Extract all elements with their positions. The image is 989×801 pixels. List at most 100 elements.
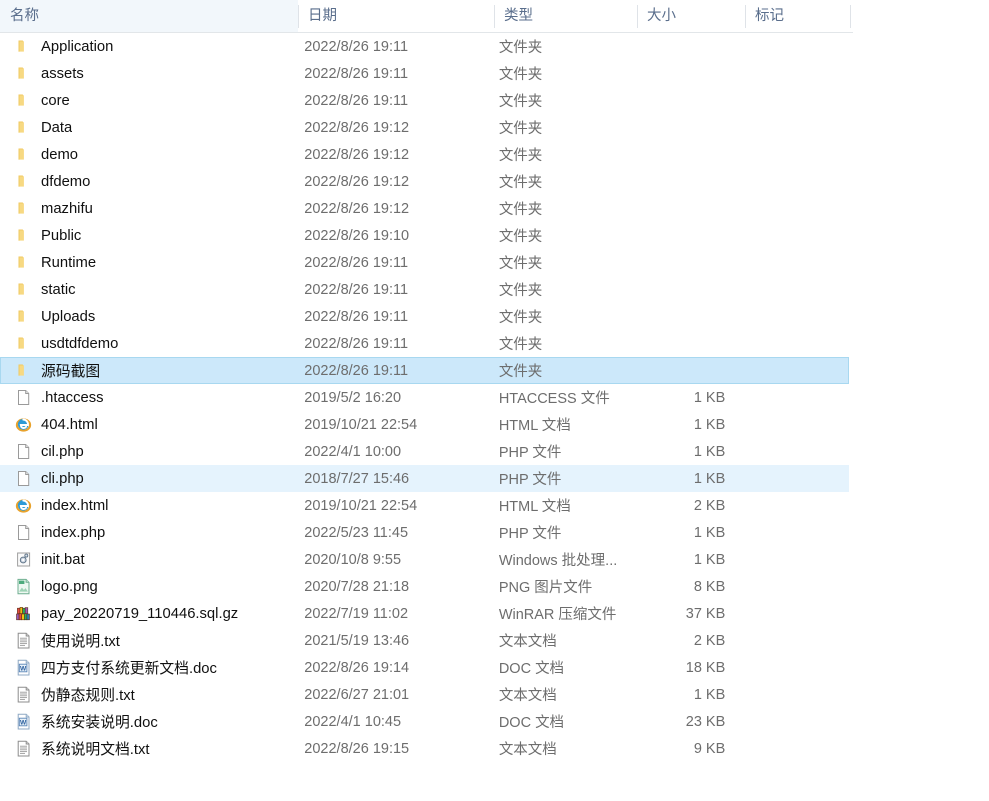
table-row[interactable]: core 2022/8/26 19:11 文件夹: [0, 87, 849, 114]
file-name-label: index.php: [41, 524, 106, 541]
cell-name[interactable]: index.html: [1, 497, 297, 515]
cell-date: 2022/7/19 11:02: [304, 605, 409, 622]
cell-name[interactable]: usdtdfdemo: [1, 335, 297, 353]
column-divider[interactable]: [850, 5, 851, 28]
cell-name[interactable]: 使用说明.txt: [1, 630, 297, 651]
cell-date: 2021/5/19 13:46: [304, 632, 410, 649]
table-row[interactable]: assets 2022/8/26 19:11 文件夹: [0, 60, 849, 87]
file-name-label: init.bat: [41, 551, 85, 568]
column-header-size[interactable]: 大小: [637, 0, 745, 32]
cell-date: 2022/8/26 19:11: [304, 335, 409, 352]
table-row[interactable]: static 2022/8/26 19:11 文件夹: [0, 276, 849, 303]
folder-icon: [15, 119, 32, 137]
table-row[interactable]: 404.html 2019/10/21 22:54 HTML 文档 1 KB: [0, 411, 849, 438]
cell-type: DOC 文档: [498, 661, 565, 677]
table-row[interactable]: .htaccess 2019/5/2 16:20 HTACCESS 文件 1 KB: [0, 384, 849, 411]
file-name-label: 使用说明.txt: [41, 634, 120, 650]
cell-name[interactable]: cil.php: [1, 443, 297, 461]
column-header-date[interactable]: 日期: [298, 0, 494, 32]
table-row[interactable]: Runtime 2022/8/26 19:11 文件夹: [0, 249, 849, 276]
column-header-type[interactable]: 类型: [494, 0, 637, 32]
table-row[interactable]: pay_20220719_110446.sql.gz 2022/7/19 11:0…: [0, 600, 849, 627]
cell-name[interactable]: cli.php: [1, 470, 297, 488]
cell-date: 2022/8/26 19:12: [304, 173, 410, 190]
cell-name[interactable]: W 系统安装说明.doc: [1, 711, 297, 732]
cell-name[interactable]: 系统说明文档.txt: [1, 738, 297, 759]
cell-size: 8 KB: [693, 578, 726, 595]
cell-date: 2022/8/26 19:15: [304, 740, 410, 757]
cell-name[interactable]: Data: [1, 119, 297, 137]
table-row[interactable]: W 系统安装说明.doc 2022/4/1 10:45 DOC 文档 23 KB: [0, 708, 849, 735]
cell-name[interactable]: 伪静态规则.txt: [1, 684, 297, 705]
cell-name[interactable]: mazhifu: [1, 200, 297, 218]
table-row[interactable]: logo.png 2020/7/28 21:18 PNG 图片文件 8 KB: [0, 573, 849, 600]
table-row[interactable]: index.php 2022/5/23 11:45 PHP 文件 1 KB: [0, 519, 849, 546]
table-row[interactable]: 系统说明文档.txt 2022/8/26 19:15 文本文档 9 KB: [0, 735, 849, 762]
table-row[interactable]: Public 2022/8/26 19:10 文件夹: [0, 222, 849, 249]
image-file-icon: [15, 578, 32, 596]
blank-document-icon: [15, 524, 32, 542]
cell-name[interactable]: W 四方支付系统更新文档.doc: [1, 657, 297, 678]
column-header-name[interactable]: 名称: [0, 0, 298, 32]
folder-icon: [15, 92, 32, 110]
cell-name[interactable]: dfdemo: [1, 173, 297, 191]
cell-type: 文件夹: [498, 283, 543, 299]
cell-name[interactable]: static: [1, 281, 297, 299]
cell-name[interactable]: pay_20220719_110446.sql.gz: [1, 605, 297, 623]
file-name-label: Uploads: [41, 308, 96, 325]
svg-text:W: W: [20, 719, 27, 726]
cell-type: 文件夹: [498, 67, 543, 83]
table-row[interactable]: dfdemo 2022/8/26 19:12 文件夹: [0, 168, 849, 195]
cell-name[interactable]: core: [1, 92, 297, 110]
file-name-label: Application: [41, 38, 114, 55]
cell-type: 文件夹: [498, 175, 543, 191]
cell-name[interactable]: 404.html: [1, 416, 297, 434]
cell-name[interactable]: assets: [1, 65, 297, 83]
cell-date: 2020/10/8 9:55: [304, 551, 402, 568]
table-row[interactable]: mazhifu 2022/8/26 19:12 文件夹: [0, 195, 849, 222]
table-row[interactable]: init.bat 2020/10/8 9:55 Windows 批处理... 1 KB: [0, 546, 849, 573]
file-name-label: .htaccess: [41, 389, 104, 406]
table-row[interactable]: cil.php 2022/4/1 10:00 PHP 文件 1 KB: [0, 438, 849, 465]
table-row[interactable]: Uploads 2022/8/26 19:11 文件夹: [0, 303, 849, 330]
table-row[interactable]: 源码截图 2022/8/26 19:11 文件夹: [0, 357, 849, 384]
table-row[interactable]: demo 2022/8/26 19:12 文件夹: [0, 141, 849, 168]
file-name-label: 源码截图: [41, 364, 101, 380]
table-row[interactable]: Application 2022/8/26 19:11 文件夹: [0, 33, 849, 60]
table-row[interactable]: cli.php 2018/7/27 15:46 PHP 文件 1 KB: [0, 465, 849, 492]
cell-date: 2022/8/26 19:11: [304, 281, 409, 298]
cell-name[interactable]: logo.png: [1, 578, 297, 596]
cell-name[interactable]: 源码截图: [1, 360, 297, 381]
cell-name[interactable]: Application: [1, 38, 297, 56]
file-name-label: core: [41, 92, 70, 109]
cell-name[interactable]: index.php: [1, 524, 297, 542]
table-row[interactable]: usdtdfdemo 2022/8/26 19:11 文件夹: [0, 330, 849, 357]
cell-date: 2022/8/26 19:12: [304, 200, 410, 217]
cell-name[interactable]: Public: [1, 227, 297, 245]
cell-name[interactable]: Uploads: [1, 308, 297, 326]
cell-type: 文件夹: [498, 148, 543, 164]
text-document-icon: [15, 632, 32, 650]
cell-date: 2019/10/21 22:54: [304, 497, 418, 514]
cell-type: 文件夹: [498, 40, 543, 56]
table-row[interactable]: Data 2022/8/26 19:12 文件夹: [0, 114, 849, 141]
cell-date: 2019/5/2 16:20: [304, 389, 402, 406]
cell-name[interactable]: .htaccess: [1, 389, 297, 407]
cell-date: 2022/4/1 10:00: [304, 443, 402, 460]
table-row[interactable]: 使用说明.txt 2021/5/19 13:46 文本文档 2 KB: [0, 627, 849, 654]
cell-name[interactable]: init.bat: [1, 551, 297, 569]
cell-name[interactable]: Runtime: [1, 254, 297, 272]
file-list[interactable]: Application 2022/8/26 19:11 文件夹 assets 2022/…: [0, 33, 989, 762]
column-header-tags[interactable]: 标记: [745, 0, 850, 32]
table-row[interactable]: 伪静态规则.txt 2022/6/27 21:01 文本文档 1 KB: [0, 681, 849, 708]
blank-document-icon: [15, 389, 32, 407]
cell-size: 23 KB: [685, 713, 726, 730]
internet-explorer-icon: [15, 497, 32, 515]
file-name-label: 系统安装说明.doc: [41, 715, 158, 731]
cell-type: PHP 文件: [498, 526, 562, 542]
table-row[interactable]: W 四方支付系统更新文档.doc 2022/8/26 19:14 DOC 文档 18 K…: [0, 654, 849, 681]
cell-date: 2022/6/27 21:01: [304, 686, 410, 703]
cell-type: 文本文档: [498, 634, 557, 650]
cell-name[interactable]: demo: [1, 146, 297, 164]
table-row[interactable]: index.html 2019/10/21 22:54 HTML 文档 2 KB: [0, 492, 849, 519]
